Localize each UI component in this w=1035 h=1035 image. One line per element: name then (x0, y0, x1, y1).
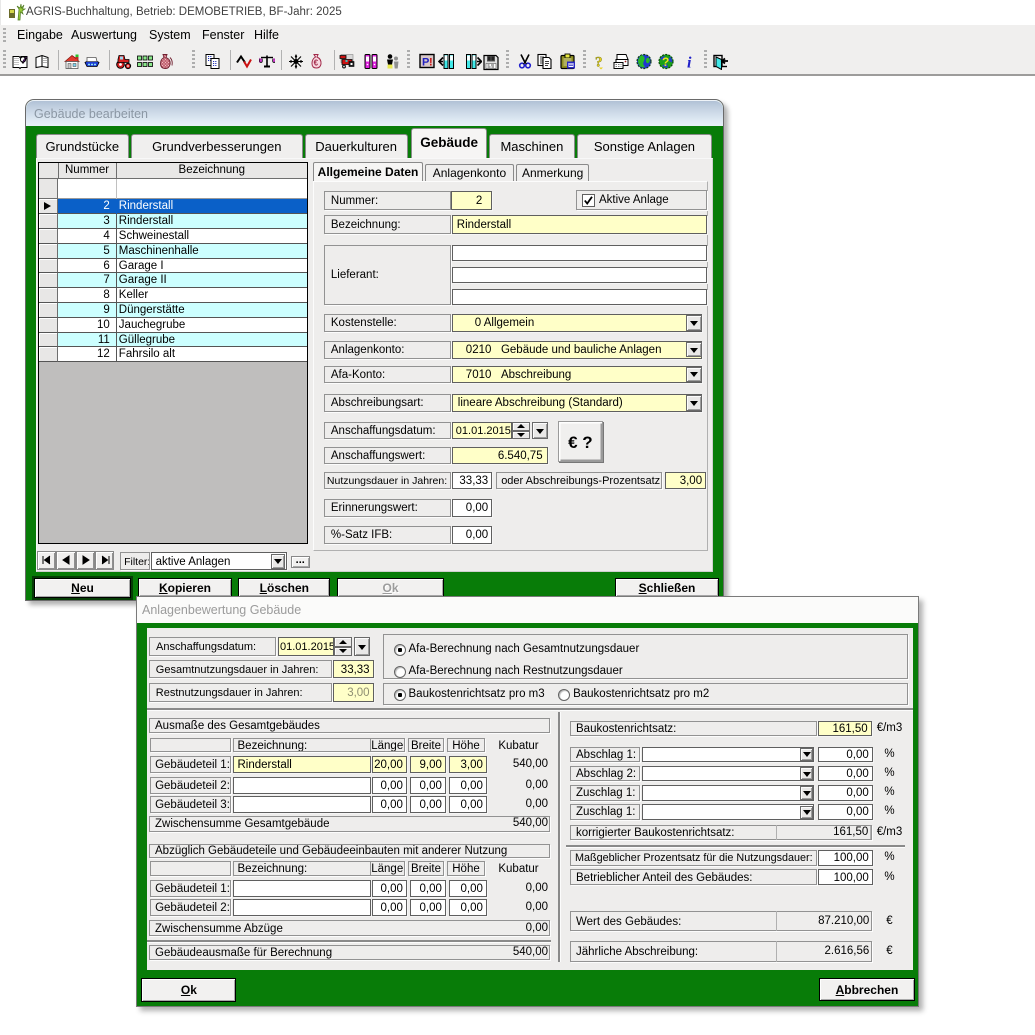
svg-text:!: ! (429, 57, 433, 69)
svg-text:i: i (687, 55, 692, 71)
svg-text:?: ? (662, 55, 669, 69)
svg-text:€: € (314, 59, 319, 68)
